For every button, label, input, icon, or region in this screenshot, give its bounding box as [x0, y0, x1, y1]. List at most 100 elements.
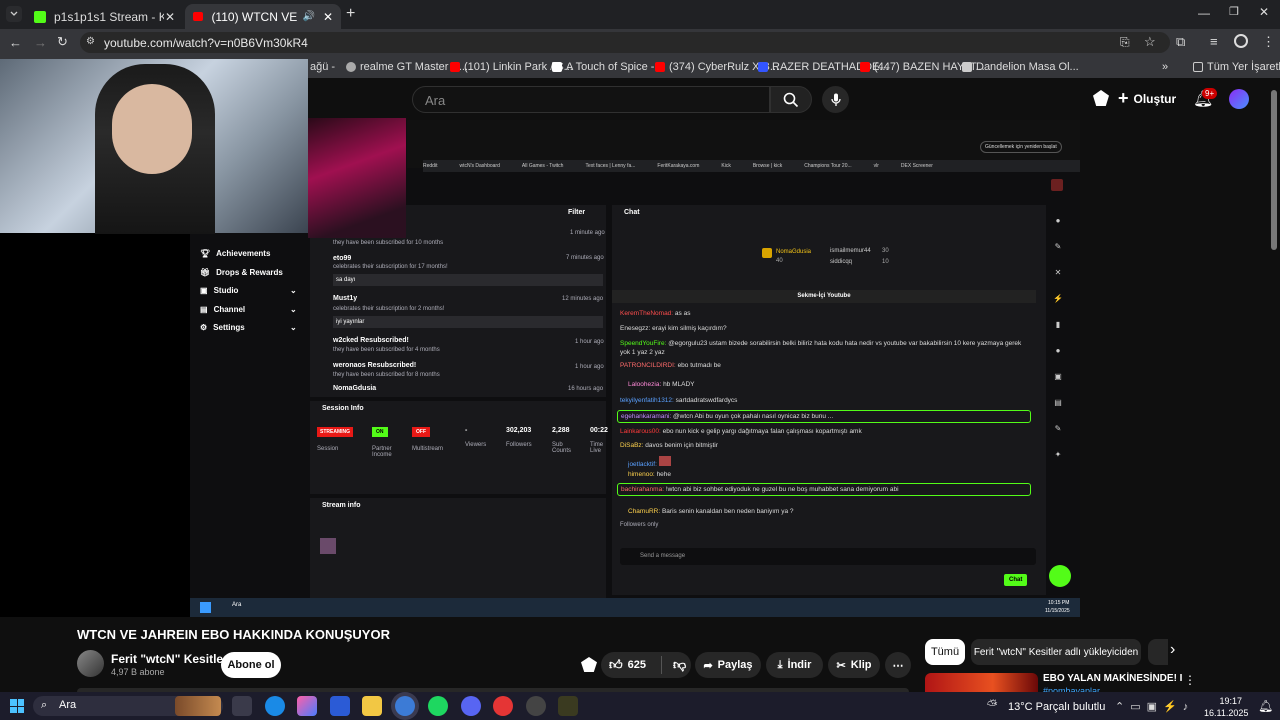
- url-field[interactable]: ⚙ youtube.com/watch?v=n0B6Vm30kR4 ⎘ ☆: [80, 32, 1170, 53]
- app-icon[interactable]: [558, 696, 578, 716]
- copilot-icon[interactable]: [297, 696, 317, 716]
- reload-icon[interactable]: ↻: [57, 34, 68, 50]
- menu-studio: Studio: [213, 286, 239, 295]
- edge-icon[interactable]: [265, 696, 285, 716]
- chat-user: tekyilyenfatih1312:: [620, 397, 674, 404]
- recommended-title[interactable]: EBO YALAN MAKİNESİNDE! I: [1043, 673, 1182, 684]
- tab-youtube-video[interactable]: (110) WTCN VE JAHREIN E 🔊 ✕: [185, 4, 341, 29]
- activity-text: they have been subscribed for 8 months: [333, 372, 440, 378]
- media-icon[interactable]: ≡: [1210, 34, 1218, 49]
- partner-label: Partner Income: [372, 446, 392, 458]
- clock-date[interactable]: 16.11.2025: [1204, 708, 1248, 718]
- clock-time[interactable]: 19:17: [1212, 696, 1242, 706]
- activity-text: they have been subscribed for 10 months: [333, 240, 444, 246]
- file-explorer-icon[interactable]: [362, 696, 382, 716]
- filter-chip-uploader[interactable]: Ferit "wtcN" Kesitler adlı yükleyiciden: [971, 639, 1141, 665]
- subscribe-label: Abone ol: [227, 659, 275, 671]
- restore-button[interactable]: ❐: [1229, 5, 1239, 18]
- top-user: siddicqq: [830, 259, 853, 265]
- spotify-icon[interactable]: [428, 696, 448, 716]
- obs-icon[interactable]: [526, 696, 546, 716]
- forward-arrow-icon[interactable]: →: [34, 35, 47, 50]
- create-label: Oluştur: [1133, 91, 1177, 106]
- top-user: ismailmemur44: [830, 248, 871, 254]
- followers-label: Followers: [506, 442, 532, 448]
- bookmark-item[interactable]: A Touch of Spice -...: [552, 59, 664, 75]
- riot-icon[interactable]: [493, 696, 513, 716]
- new-tab-button[interactable]: +: [346, 5, 355, 23]
- search-input[interactable]: Ara: [412, 86, 770, 113]
- activity-time: 1 hour ago: [575, 339, 604, 345]
- notifications-bell-icon[interactable]: 🔔︎: [1258, 699, 1273, 713]
- more-actions-button[interactable]: ⋯: [885, 652, 911, 678]
- discord-icon[interactable]: [461, 696, 481, 716]
- create-button[interactable]: + Oluştur: [1118, 88, 1176, 109]
- cast-icon[interactable]: ⎘: [1120, 35, 1130, 50]
- clip-button[interactable]: ✂ Klip: [828, 652, 880, 678]
- category-thumbnail: [320, 538, 336, 554]
- weather-text[interactable]: 13°C Parçalı bulutlu: [1008, 701, 1105, 713]
- site-info-icon[interactable]: ⚙: [86, 36, 95, 47]
- kick-fab-icon: [1049, 565, 1071, 587]
- share-button[interactable]: ➦ Paylaş: [695, 652, 761, 678]
- chrome-icon[interactable]: [395, 696, 415, 716]
- system-tray-icons[interactable]: ⌃▭▣⚡♪: [1115, 700, 1194, 713]
- filter-chip-partial[interactable]: [1148, 639, 1168, 665]
- all-bookmarks[interactable]: Tüm Yer İşaretleri: [1193, 59, 1280, 75]
- download-button[interactable]: ⤓ İndir: [766, 652, 823, 678]
- folder-icon: [1193, 62, 1203, 72]
- bookmark-item[interactable]: ağü -: [310, 59, 335, 75]
- search-highlight-image: [175, 696, 221, 716]
- task-view-icon[interactable]: [232, 696, 252, 716]
- clip-label: Klip: [850, 659, 872, 671]
- video-title: WTCN VE JAHREIN EBO HAKKINDA KONUŞUYOR: [77, 627, 390, 642]
- chat-user: ChamuRR:: [628, 508, 661, 515]
- close-icon[interactable]: ✕: [165, 10, 175, 24]
- top-user-count: 30: [882, 248, 889, 254]
- chevron-right-icon[interactable]: ›: [1170, 641, 1175, 659]
- bookmark-star-icon[interactable]: ☆: [1144, 34, 1156, 50]
- like-icon[interactable]: 👍︎: [609, 657, 623, 673]
- dislike-icon[interactable]: 👎︎: [673, 657, 686, 673]
- chat-text: as as: [674, 310, 691, 317]
- close-icon[interactable]: ✕: [323, 10, 333, 24]
- channel-avatar[interactable]: [77, 650, 104, 677]
- account-avatar[interactable]: [1229, 89, 1249, 109]
- scrollbar-thumb[interactable]: [1271, 90, 1277, 250]
- plus-icon: +: [1118, 88, 1129, 108]
- close-window-button[interactable]: ✕: [1259, 5, 1269, 19]
- filter-label: Filter: [568, 209, 586, 216]
- subscribe-button[interactable]: Abone ol: [221, 652, 281, 678]
- notification-badge: 9+: [1202, 88, 1218, 99]
- search-button[interactable]: [770, 86, 812, 113]
- more-icon[interactable]: ⋮: [1262, 34, 1275, 50]
- taskbar-search[interactable]: ⌕ Ara: [33, 696, 223, 716]
- back-arrow-icon[interactable]: ←: [9, 35, 22, 50]
- tab-kick-dashboard[interactable]: p1s1p1s1 Stream - Kick Dashbo ✕: [26, 4, 183, 29]
- tab-label: (110) WTCN VE JAHREIN E: [211, 9, 298, 24]
- speaker-icon[interactable]: 🔊: [302, 11, 314, 22]
- start-button[interactable]: [10, 699, 24, 713]
- send-message-input[interactable]: Send a message: [620, 548, 1036, 565]
- menu-achievements: Achievements: [216, 249, 271, 258]
- voice-search-button[interactable]: [822, 86, 849, 113]
- chat-text: davos benim için bitmiştir: [645, 442, 718, 449]
- chat-text: !wtcn abi biz sohbet ediyoduk ne guzel b…: [665, 486, 899, 493]
- filter-chip-all[interactable]: Tümü: [925, 639, 965, 665]
- minimize-button[interactable]: —: [1198, 6, 1210, 20]
- session-info-title: Session Info: [322, 405, 364, 412]
- tab-search-button[interactable]: [6, 6, 22, 22]
- channel-name[interactable]: Ferit "wtcN" Kesitler: [111, 652, 228, 666]
- recommended-thumbnail[interactable]: [925, 673, 1038, 692]
- extensions-icon[interactable]: ⧉: [1176, 34, 1185, 50]
- bookmark-item[interactable]: Dandelion Masa Ol...: [962, 59, 1079, 75]
- remix-icon[interactable]: [581, 657, 597, 672]
- more-icon[interactable]: ⋮: [1184, 673, 1196, 687]
- stream-info-title: Stream info: [322, 502, 361, 509]
- activity-time: 1 minute ago: [570, 230, 605, 236]
- store-icon[interactable]: [330, 696, 350, 716]
- chat-user: Enesegzz:: [620, 325, 651, 332]
- chat-send-button[interactable]: Chat: [1004, 574, 1028, 586]
- profile-avatar[interactable]: [1234, 34, 1248, 48]
- bookmarks-overflow-icon[interactable]: »: [1162, 59, 1168, 75]
